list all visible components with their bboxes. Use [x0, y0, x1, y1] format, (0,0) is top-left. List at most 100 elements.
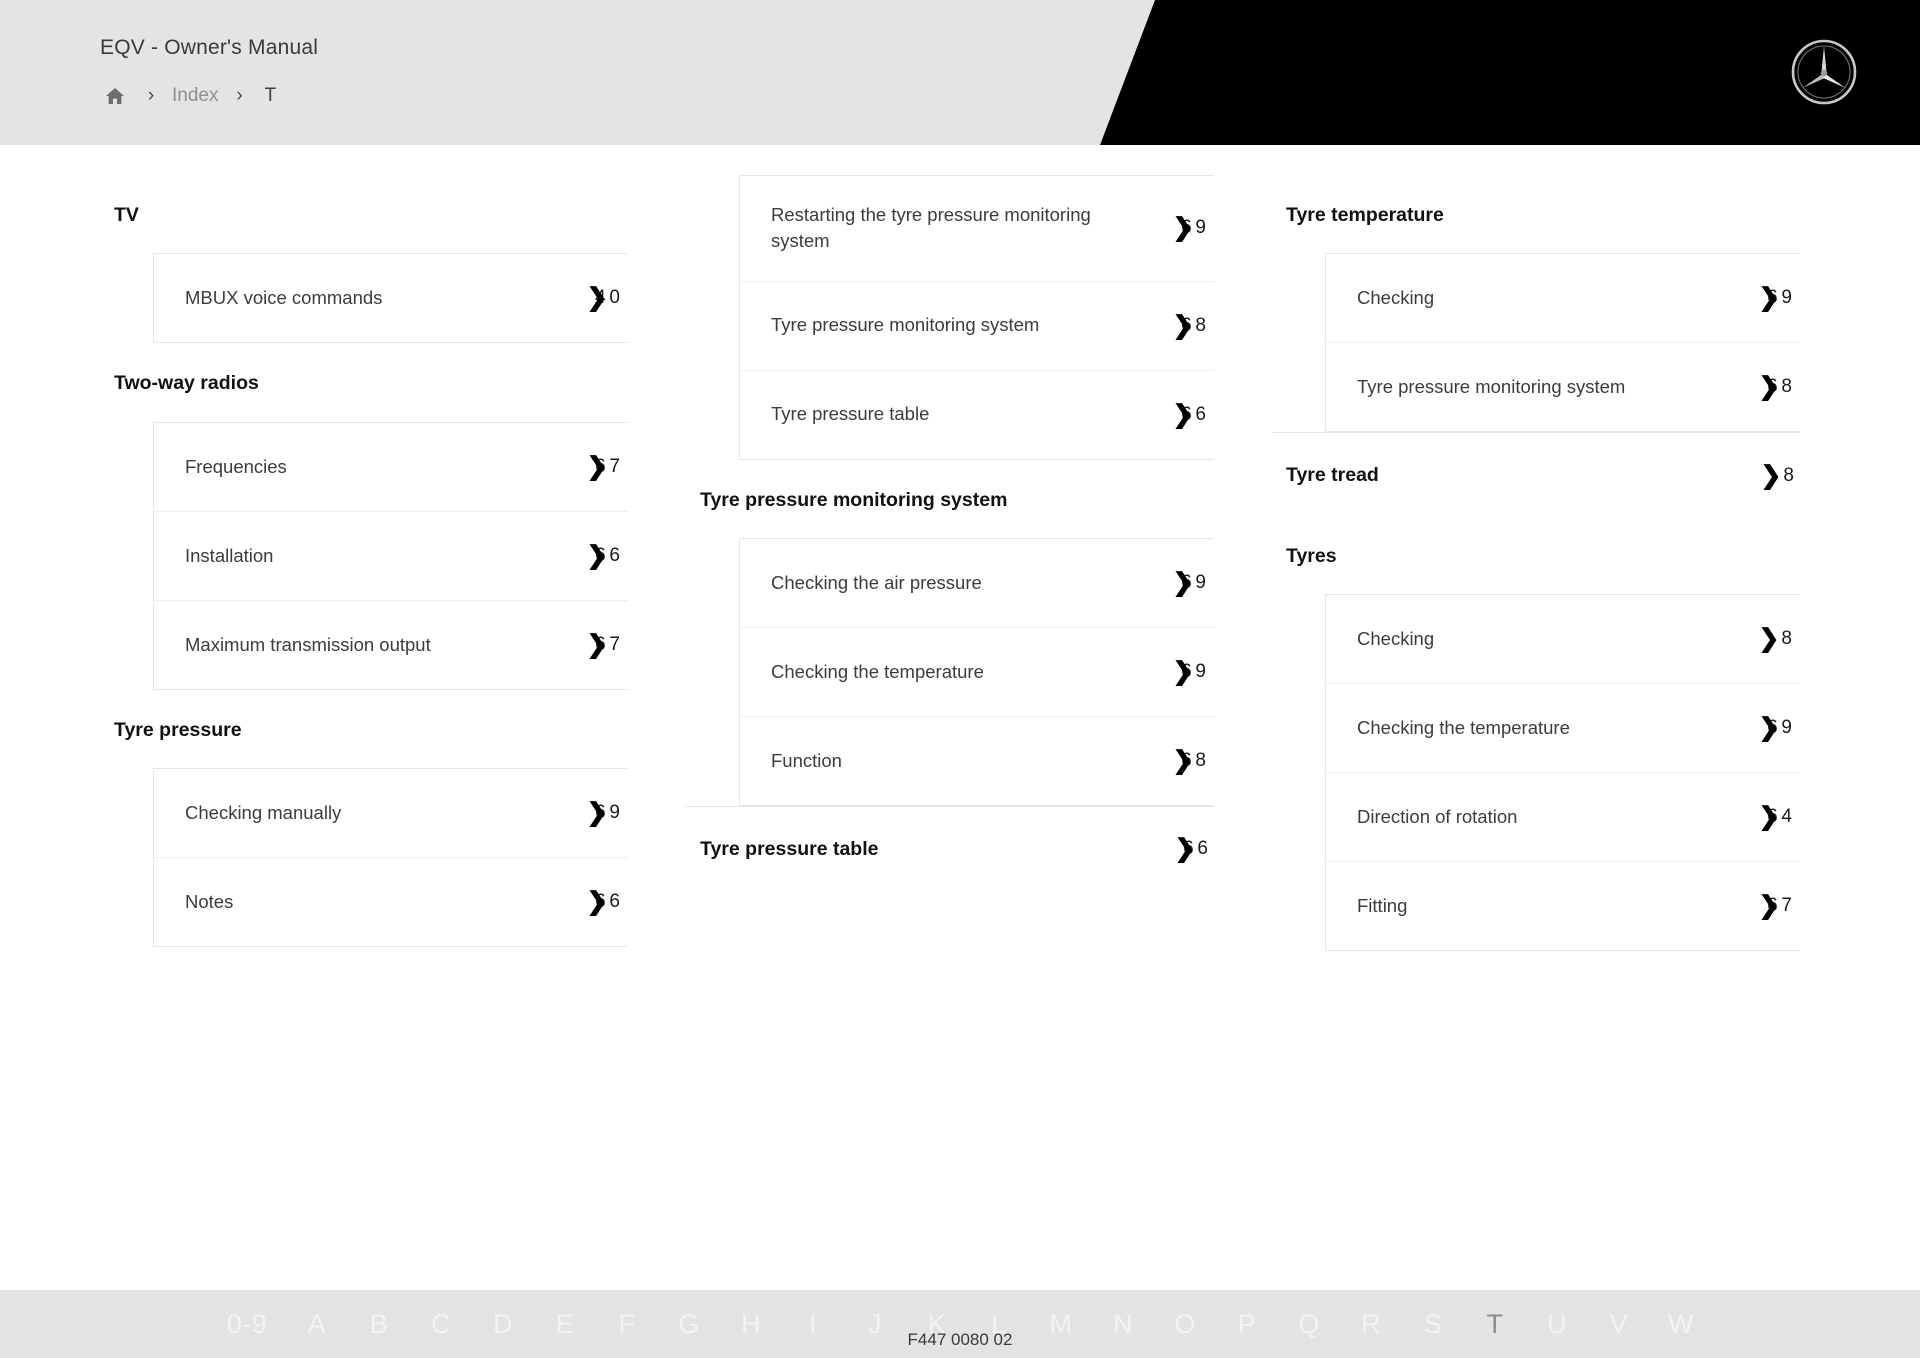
page-number: 8 ❯ — [1760, 461, 1794, 490]
mercedes-star-icon — [1790, 38, 1858, 106]
index-entry-label: Restarting the tyre pressure monitoring … — [771, 204, 1091, 252]
alpha-nav-item-i[interactable]: I — [782, 1309, 844, 1340]
alpha-nav-item-e[interactable]: E — [534, 1309, 596, 1340]
index-entry[interactable]: Checking the temperature 6 9 ❯ — [740, 628, 1214, 717]
index-entry-label: Checking — [1357, 627, 1435, 649]
chevron-right-icon: ❯ — [586, 798, 608, 827]
index-entry[interactable]: Function 6 8 ❯ — [740, 717, 1214, 805]
index-entry-label: Checking the temperature — [1357, 716, 1570, 738]
index-entry-label: Tyre pressure table — [771, 403, 930, 425]
page-number: 6 7 ❯ — [586, 452, 620, 481]
index-entry[interactable]: Tyre pressure monitoring system 6 8 ❯ — [1326, 343, 1800, 431]
alpha-nav-item-d[interactable]: D — [472, 1309, 534, 1340]
index-group: Tyre pressure table 6 6 ❯ — [686, 805, 1214, 889]
page-number: 6 6 ❯ — [1174, 834, 1208, 863]
index-group: TV MBUX voice commands 4 0 ❯ — [100, 175, 628, 344]
chevron-right-icon: ❯ — [586, 452, 608, 481]
chevron-right-icon: ❯ — [1758, 713, 1780, 742]
index-group-heading: Tyres — [1286, 544, 1337, 567]
page-number: 6 9 ❯ — [1758, 283, 1792, 312]
index-entry[interactable]: Checking the temperature 6 9 ❯ — [1326, 684, 1800, 774]
alpha-nav-item-b[interactable]: B — [348, 1309, 410, 1340]
page-title: EQV - Owner's Manual — [100, 36, 319, 59]
index-entry[interactable]: Fitting 6 7 ❯ — [1326, 862, 1800, 950]
index-entry-list: Checking manually 6 9 ❯ Notes 6 6 ❯ — [153, 768, 628, 948]
alpha-nav-item-o[interactable]: O — [1154, 1309, 1216, 1340]
index-group-heading-label: Tyre pressure table — [700, 837, 879, 860]
home-icon[interactable] — [100, 84, 130, 108]
alpha-nav-item-j[interactable]: J — [844, 1309, 906, 1340]
alpha-nav-item-g[interactable]: G — [658, 1309, 720, 1340]
index-entry-label: Fitting — [1357, 894, 1408, 916]
alpha-nav-item-h[interactable]: H — [720, 1309, 782, 1340]
index-content: TV MBUX voice commands 4 0 ❯ Two-way radios F… — [0, 145, 1920, 1290]
index-entry[interactable]: Direction of rotation 6 4 ❯ — [1326, 773, 1800, 863]
page-number: 6 8 ❯ — [1172, 311, 1206, 340]
page-number: 6 7 ❯ — [1758, 891, 1792, 920]
index-column: Tyre temperature Checking 6 9 ❯ Tyre pressur… — [1272, 175, 1800, 952]
page-number: 4 0 ❯ — [586, 283, 620, 312]
index-entry[interactable]: Notes 6 6 ❯ — [154, 858, 628, 946]
chevron-right-icon: ❯ — [1172, 213, 1194, 242]
alpha-nav-item-n[interactable]: N — [1092, 1309, 1154, 1340]
alpha-nav-item-t[interactable]: T — [1464, 1309, 1526, 1340]
chevron-right-icon: ❯ — [1758, 372, 1780, 401]
index-entry-list: Checking 6 9 ❯ Tyre pressure monitoring sys… — [1325, 253, 1800, 433]
alpha-nav-item-u[interactable]: U — [1526, 1309, 1588, 1340]
index-entry-label: Checking the air pressure — [771, 571, 982, 593]
index-entry[interactable]: Restarting the tyre pressure monitoring … — [740, 176, 1214, 282]
alpha-nav-item-c[interactable]: C — [410, 1309, 472, 1340]
index-entry-label: Checking the temperature — [771, 660, 984, 682]
alpha-nav-item-09[interactable]: 0-9 — [208, 1309, 286, 1340]
index-group: Tyres Checking 8 ❯ Checking the temperature… — [1272, 516, 1800, 952]
chevron-right-icon: ❯ — [586, 630, 608, 659]
page-number: 6 8 ❯ — [1172, 746, 1206, 775]
index-entry-list: MBUX voice commands 4 0 ❯ — [153, 253, 628, 344]
index-column: Restarting the tyre pressure monitoring … — [686, 175, 1214, 951]
index-entry[interactable]: MBUX voice commands 4 0 ❯ — [154, 254, 628, 342]
chevron-right-icon: ❯ — [1172, 400, 1194, 429]
alpha-nav-item-r[interactable]: R — [1340, 1309, 1402, 1340]
page-number: 6 6 ❯ — [1172, 400, 1206, 429]
page-number: 6 9 ❯ — [1172, 657, 1206, 686]
index-group: Two-way radios Frequencies 6 7 ❯ Installatio… — [100, 343, 628, 690]
index-group-heading-link[interactable]: Tyre pressure table 6 6 ❯ — [686, 805, 1214, 889]
chevron-right-icon: ❯ — [1758, 624, 1780, 653]
index-group-heading: Tyre pressure monitoring system — [700, 488, 1008, 511]
index-entry-label: Notes — [185, 890, 234, 912]
index-entry-list: Checking the air pressure 6 9 ❯ Checking th… — [739, 537, 1214, 806]
alpha-nav-item-a[interactable]: A — [286, 1309, 348, 1340]
page-number: 6 4 ❯ — [1758, 802, 1792, 831]
alpha-nav-item-f[interactable]: F — [596, 1309, 658, 1340]
index-entry-label: Frequencies — [185, 455, 287, 477]
index-entry-list: Checking 8 ❯ Checking the temperature 6 9 ❯ D… — [1325, 594, 1800, 952]
index-entry[interactable]: Checking the air pressure 6 9 ❯ — [740, 539, 1214, 628]
breadcrumb-separator-1: › — [147, 85, 155, 106]
index-entry-label: Direction of rotation — [1357, 805, 1518, 827]
alpha-nav-item-v[interactable]: V — [1588, 1309, 1650, 1340]
breadcrumb-item-index[interactable]: Index — [172, 85, 218, 107]
index-entry[interactable]: Installation 6 6 ❯ — [154, 512, 628, 601]
index-entry[interactable]: Tyre pressure monitoring system 6 8 ❯ — [740, 282, 1214, 371]
chevron-right-icon: ❯ — [586, 887, 608, 916]
index-group: Tyre pressure monitoring system Checking … — [686, 460, 1214, 806]
index-entry-label: Tyre pressure monitoring system — [771, 314, 1040, 336]
index-entry[interactable]: Maximum transmission output 6 7 ❯ — [154, 601, 628, 689]
index-entry[interactable]: Checking 6 9 ❯ — [1326, 254, 1800, 344]
index-entry[interactable]: Checking 8 ❯ — [1326, 595, 1800, 685]
alpha-nav-item-w[interactable]: W — [1650, 1309, 1712, 1340]
chevron-right-icon: ❯ — [586, 541, 608, 570]
alpha-nav-item-p[interactable]: P — [1216, 1309, 1278, 1340]
alpha-nav-item-m[interactable]: M — [1030, 1309, 1092, 1340]
index-entry[interactable]: Checking manually 6 9 ❯ — [154, 769, 628, 859]
alpha-nav-item-q[interactable]: Q — [1278, 1309, 1340, 1340]
breadcrumb-item-current: T — [264, 85, 277, 106]
index-entry[interactable]: Tyre pressure table 6 6 ❯ — [740, 371, 1214, 459]
alpha-nav-item-s[interactable]: S — [1402, 1309, 1464, 1340]
page-number: 6 6 ❯ — [586, 541, 620, 570]
chevron-right-icon: ❯ — [1172, 657, 1194, 686]
index-group-heading-link[interactable]: Tyre tread 8 ❯ — [1272, 432, 1800, 515]
chevron-right-icon: ❯ — [1758, 802, 1780, 831]
page-number: 6 6 ❯ — [586, 887, 620, 916]
index-entry[interactable]: Frequencies 6 7 ❯ — [154, 423, 628, 512]
